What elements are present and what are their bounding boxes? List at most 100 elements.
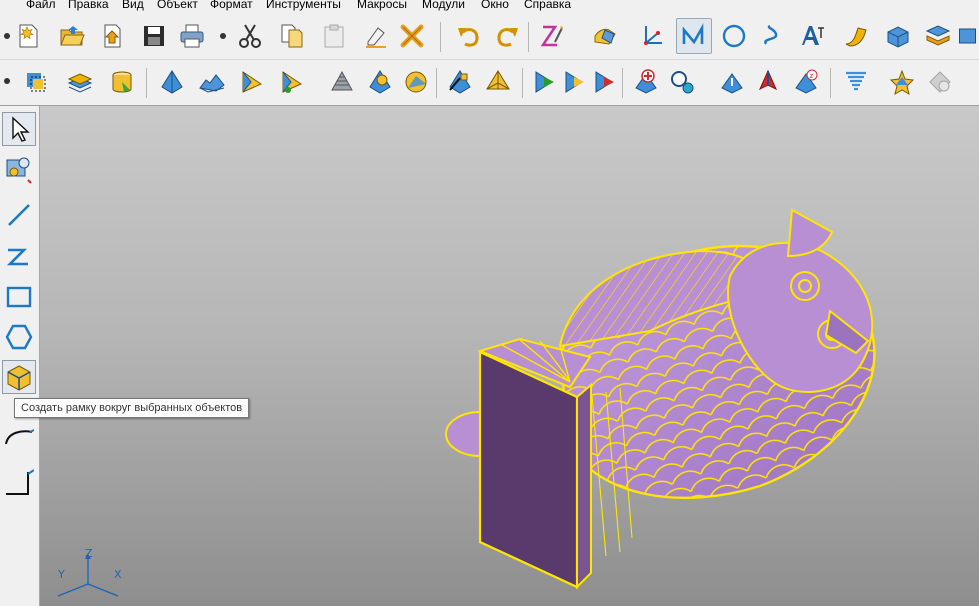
more-button[interactable] — [956, 20, 979, 52]
select-arrow-icon — [12, 116, 30, 142]
line-tool-button[interactable] — [2, 198, 36, 232]
terrain-button[interactable] — [196, 66, 228, 98]
tornado-icon — [846, 71, 866, 91]
corner-tool-button[interactable] — [2, 466, 36, 500]
grid-pattern-button[interactable] — [326, 66, 358, 98]
polyline-tool-button-left[interactable] — [2, 240, 36, 274]
lens-button[interactable] — [364, 66, 396, 98]
terrain-icon — [199, 74, 225, 93]
check-vertex-icon — [721, 73, 743, 94]
pyramid-icon — [486, 70, 510, 90]
delete-icon — [400, 24, 424, 48]
check-vertex-button[interactable] — [716, 66, 748, 98]
menu-tools[interactable]: Инструменты — [266, 0, 341, 12]
z-spline-button[interactable] — [536, 20, 568, 52]
menu-macros[interactable]: Макросы — [357, 0, 407, 12]
save-button[interactable] — [138, 20, 170, 52]
cut-button[interactable] — [234, 20, 266, 52]
axis-y-label: Y — [57, 568, 65, 581]
paste-button[interactable] — [318, 20, 350, 52]
import-icon — [104, 24, 121, 48]
select-tool-button[interactable] — [2, 112, 36, 146]
bounding-box-icon — [7, 365, 31, 391]
rotate-surface-button[interactable] — [276, 66, 308, 98]
height-button[interactable]: z — [790, 66, 822, 98]
split-button[interactable] — [530, 66, 562, 98]
print-button[interactable] — [176, 20, 208, 52]
menu-format[interactable]: Формат — [210, 0, 253, 12]
sphere-button[interactable] — [400, 66, 432, 98]
surface-icon — [594, 28, 616, 45]
new-file-button[interactable] — [12, 20, 44, 52]
toolbar-separator — [436, 68, 437, 98]
tooltip: Создать рамку вокруг выбранных объектов — [14, 398, 250, 418]
sweep-button[interactable] — [236, 66, 268, 98]
height-icon: z — [795, 69, 818, 94]
hexagon-tool-button[interactable] — [2, 320, 36, 354]
pyramid-button[interactable] — [482, 66, 514, 98]
print-icon — [180, 24, 204, 48]
svg-text:z: z — [810, 72, 814, 80]
undo-icon — [458, 28, 479, 47]
mesh-edit-button[interactable] — [444, 66, 476, 98]
copy-button[interactable] — [276, 20, 308, 52]
menu-help[interactable]: Справка — [524, 0, 571, 12]
arrow-vertex-button[interactable] — [752, 66, 784, 98]
axis-system-icon — [644, 26, 662, 45]
add-point-button[interactable] — [630, 66, 662, 98]
menu-window[interactable]: Окно — [481, 0, 509, 12]
rectangle-tool-button[interactable] — [2, 280, 36, 314]
axis-system-button[interactable] — [636, 20, 668, 52]
toolbar-separator — [146, 68, 147, 98]
ribbon-surface-icon — [845, 27, 867, 47]
eraser-icon — [366, 27, 386, 48]
menu-view[interactable]: Вид — [122, 0, 144, 12]
owl-model[interactable] — [40, 106, 979, 606]
star-button[interactable] — [886, 66, 918, 98]
layers-button[interactable] — [922, 20, 954, 52]
surface-button[interactable] — [590, 20, 622, 52]
menu-edit[interactable]: Правка — [68, 0, 109, 12]
menu-object[interactable]: Объект — [157, 0, 198, 12]
import-button[interactable] — [96, 20, 128, 52]
open-button[interactable] — [56, 20, 88, 52]
toolbar-separator — [522, 68, 523, 98]
disabled-tool-button[interactable] — [924, 66, 956, 98]
paste-icon — [324, 24, 344, 48]
cube-stack-button[interactable] — [64, 66, 96, 98]
3d-viewport[interactable] — [40, 106, 979, 606]
settings-tools-button[interactable] — [2, 152, 36, 186]
star-icon — [889, 69, 915, 96]
arc-tool-button[interactable] — [2, 418, 36, 452]
extrude-button[interactable] — [156, 66, 188, 98]
select-box-button[interactable] — [20, 66, 52, 98]
box-icon — [887, 26, 909, 48]
menu-modules[interactable]: Модули — [422, 0, 465, 12]
text-button[interactable] — [796, 20, 828, 52]
polyline-tool-button[interactable] — [676, 18, 712, 54]
trim-button[interactable] — [590, 66, 622, 98]
menu-file[interactable]: Файл — [26, 0, 56, 12]
bounding-box-tool-button[interactable] — [2, 360, 36, 394]
spline-button[interactable] — [756, 20, 788, 52]
cylinder-button[interactable] — [106, 66, 138, 98]
ribbon-surface-button[interactable] — [840, 20, 872, 52]
settings-tools-icon — [6, 157, 32, 184]
tornado-button[interactable] — [840, 66, 872, 98]
delete-button[interactable] — [396, 20, 428, 52]
save-icon — [144, 26, 164, 46]
lens-icon — [369, 70, 391, 94]
hexagon-icon — [5, 324, 33, 350]
box-button[interactable] — [882, 20, 914, 52]
mesh-edit-icon — [449, 70, 471, 94]
copy-icon — [281, 24, 303, 48]
mirror-button[interactable] — [560, 66, 592, 98]
grid-pattern-icon — [331, 70, 353, 91]
corner-icon — [6, 469, 34, 495]
main-toolbar — [0, 12, 979, 60]
eraser-button[interactable] — [360, 20, 392, 52]
redo-button[interactable] — [492, 20, 524, 52]
magnify-button[interactable] — [666, 66, 698, 98]
undo-button[interactable] — [452, 20, 484, 52]
circle-button[interactable] — [718, 20, 750, 52]
